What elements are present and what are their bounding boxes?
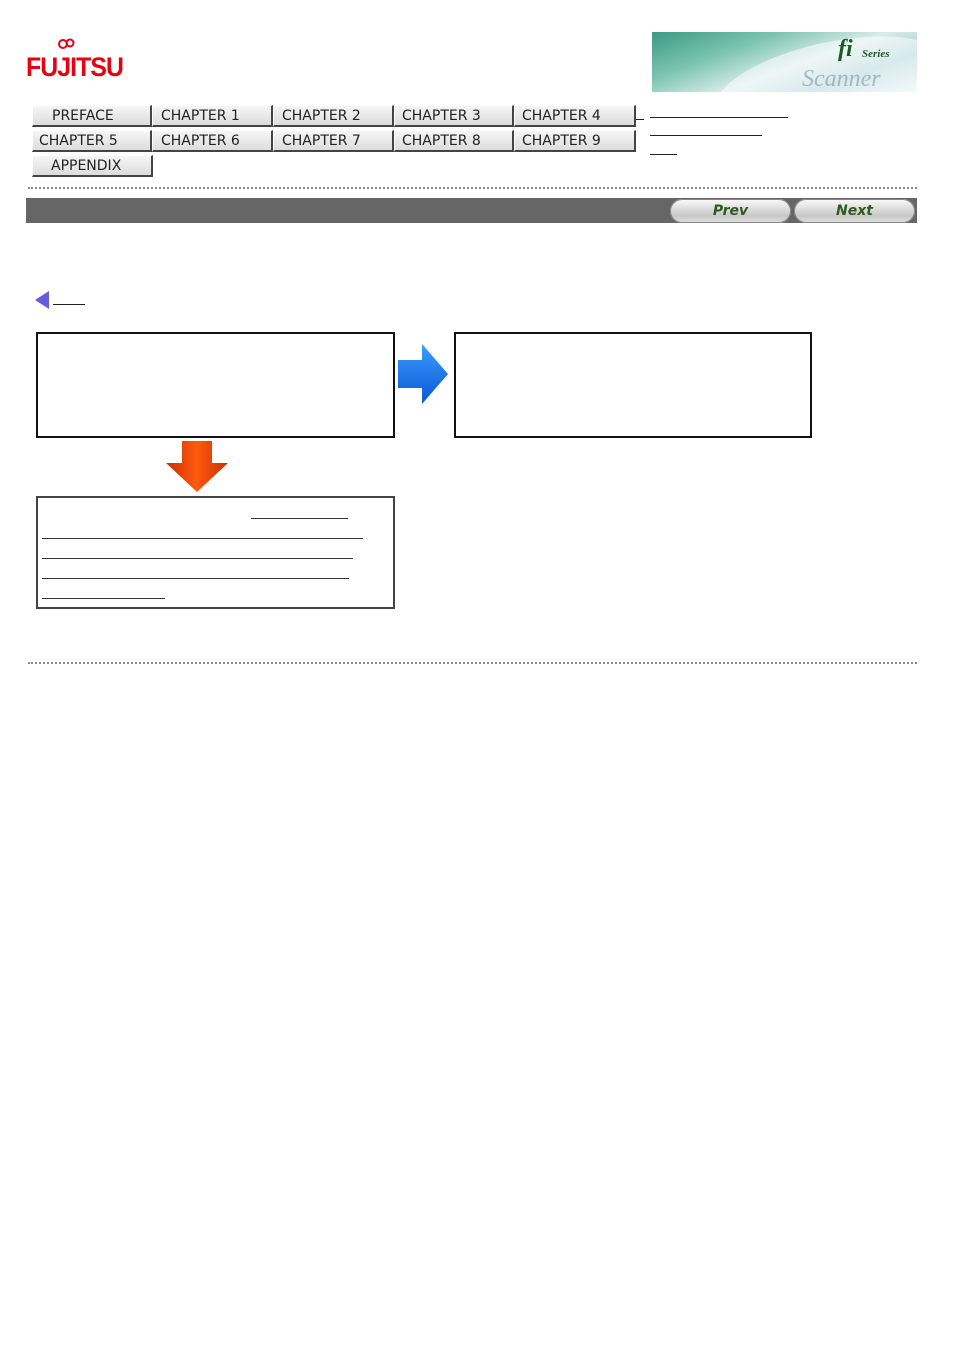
flow-link-5[interactable] [42,598,165,599]
nav-chapter-1[interactable]: CHAPTER 1 [152,105,273,127]
nav-appendix[interactable]: APPENDIX [32,155,153,177]
divider-bottom [28,662,917,664]
top-link-3[interactable] [650,154,677,155]
prev-button[interactable]: Prev [670,199,791,223]
nav-chapter-2[interactable]: CHAPTER 2 [273,105,394,127]
banner-fi-text: fi [838,36,853,62]
banner-series-text: Series [862,48,890,60]
back-arrow-icon[interactable] [35,291,49,309]
fujitsu-logo: FUJITSU [26,38,124,88]
top-link-1[interactable] [650,117,788,118]
flow-box-2 [454,332,812,438]
nav-preface[interactable]: PREFACE [32,105,152,127]
down-arrow-icon [166,441,228,492]
flow-link-4[interactable] [42,578,349,579]
top-link-2[interactable] [650,135,762,136]
nav-chapter-9[interactable]: CHAPTER 9 [514,130,636,152]
nav-chapter-8[interactable]: CHAPTER 8 [394,130,514,152]
right-arrow-icon [398,344,448,404]
flow-link-1[interactable] [251,518,348,519]
logo-infinity-icon [58,38,75,49]
logo-text: FUJITSU [26,52,124,82]
banner-scanner-text: Scanner [802,66,881,92]
flow-link-2[interactable] [42,538,363,539]
nav-chapter-5[interactable]: CHAPTER 5 [32,130,152,152]
nav-chapter-6[interactable]: CHAPTER 6 [152,130,273,152]
flow-box-1 [36,332,395,438]
fi-series-banner: Scanner fi Series [652,32,917,92]
nav-chapter-4[interactable]: CHAPTER 4 [514,105,636,127]
back-link[interactable] [53,304,85,305]
divider-top [28,187,917,189]
nav-connector-line [636,119,644,120]
next-button[interactable]: Next [794,199,915,223]
nav-chapter-7[interactable]: CHAPTER 7 [273,130,394,152]
nav-chapter-3[interactable]: CHAPTER 3 [394,105,514,127]
flow-box-3 [36,496,395,609]
flow-link-3[interactable] [42,558,353,559]
